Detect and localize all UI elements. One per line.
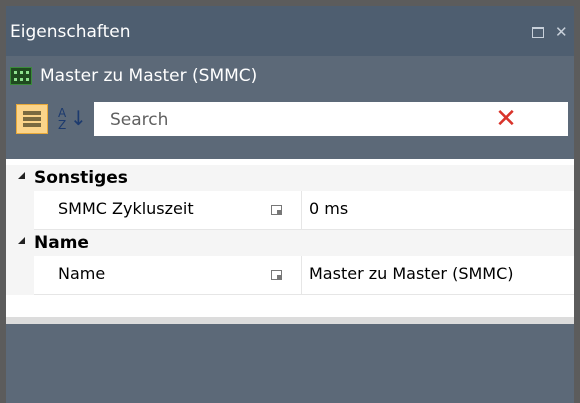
sort-az-button[interactable]: A Z ↓ <box>52 104 87 134</box>
sort-az-icon: A Z <box>58 106 67 132</box>
category-label: Sonstiges <box>34 168 128 188</box>
collapse-arrow-icon[interactable] <box>18 172 25 179</box>
category-sonstiges[interactable]: Sonstiges <box>6 165 574 191</box>
search-box: ✕ <box>94 102 568 136</box>
network-object-icon <box>10 67 32 85</box>
property-grid: Sonstiges SMMC Zykluszeit 0 ms Name Name… <box>6 159 574 317</box>
selected-object-label: Master zu Master (SMMC) <box>40 66 258 86</box>
sort-arrow-icon: ↓ <box>70 106 87 130</box>
clear-search-icon[interactable]: ✕ <box>492 105 520 133</box>
description-area <box>6 324 574 403</box>
panel-title: Eigenschaften <box>10 22 131 42</box>
collapse-arrow-icon[interactable] <box>18 237 25 244</box>
close-icon[interactable]: ✕ <box>555 24 568 40</box>
property-value[interactable]: 0 ms <box>309 199 348 218</box>
edit-icon[interactable] <box>271 205 282 215</box>
property-value[interactable]: Master zu Master (SMMC) <box>309 264 514 283</box>
category-label: Name <box>34 233 89 253</box>
property-row-name[interactable]: Name Master zu Master (SMMC) <box>6 256 574 295</box>
edit-icon[interactable] <box>271 270 282 280</box>
property-row-smmc-zykluszeit[interactable]: SMMC Zykluszeit 0 ms <box>6 191 574 230</box>
category-name[interactable]: Name <box>6 230 574 256</box>
properties-toolbar: A Z ↓ ✕ <box>6 98 574 158</box>
search-input[interactable] <box>108 108 472 132</box>
grid-bottom-border <box>6 317 574 324</box>
title-bar[interactable]: Eigenschaften ✕ <box>6 6 574 56</box>
property-name: SMMC Zykluszeit <box>58 199 194 218</box>
property-name: Name <box>58 264 106 283</box>
selected-object-header: Master zu Master (SMMC) <box>6 56 574 98</box>
categorized-view-button[interactable] <box>16 104 48 134</box>
maximize-icon[interactable] <box>532 27 544 38</box>
